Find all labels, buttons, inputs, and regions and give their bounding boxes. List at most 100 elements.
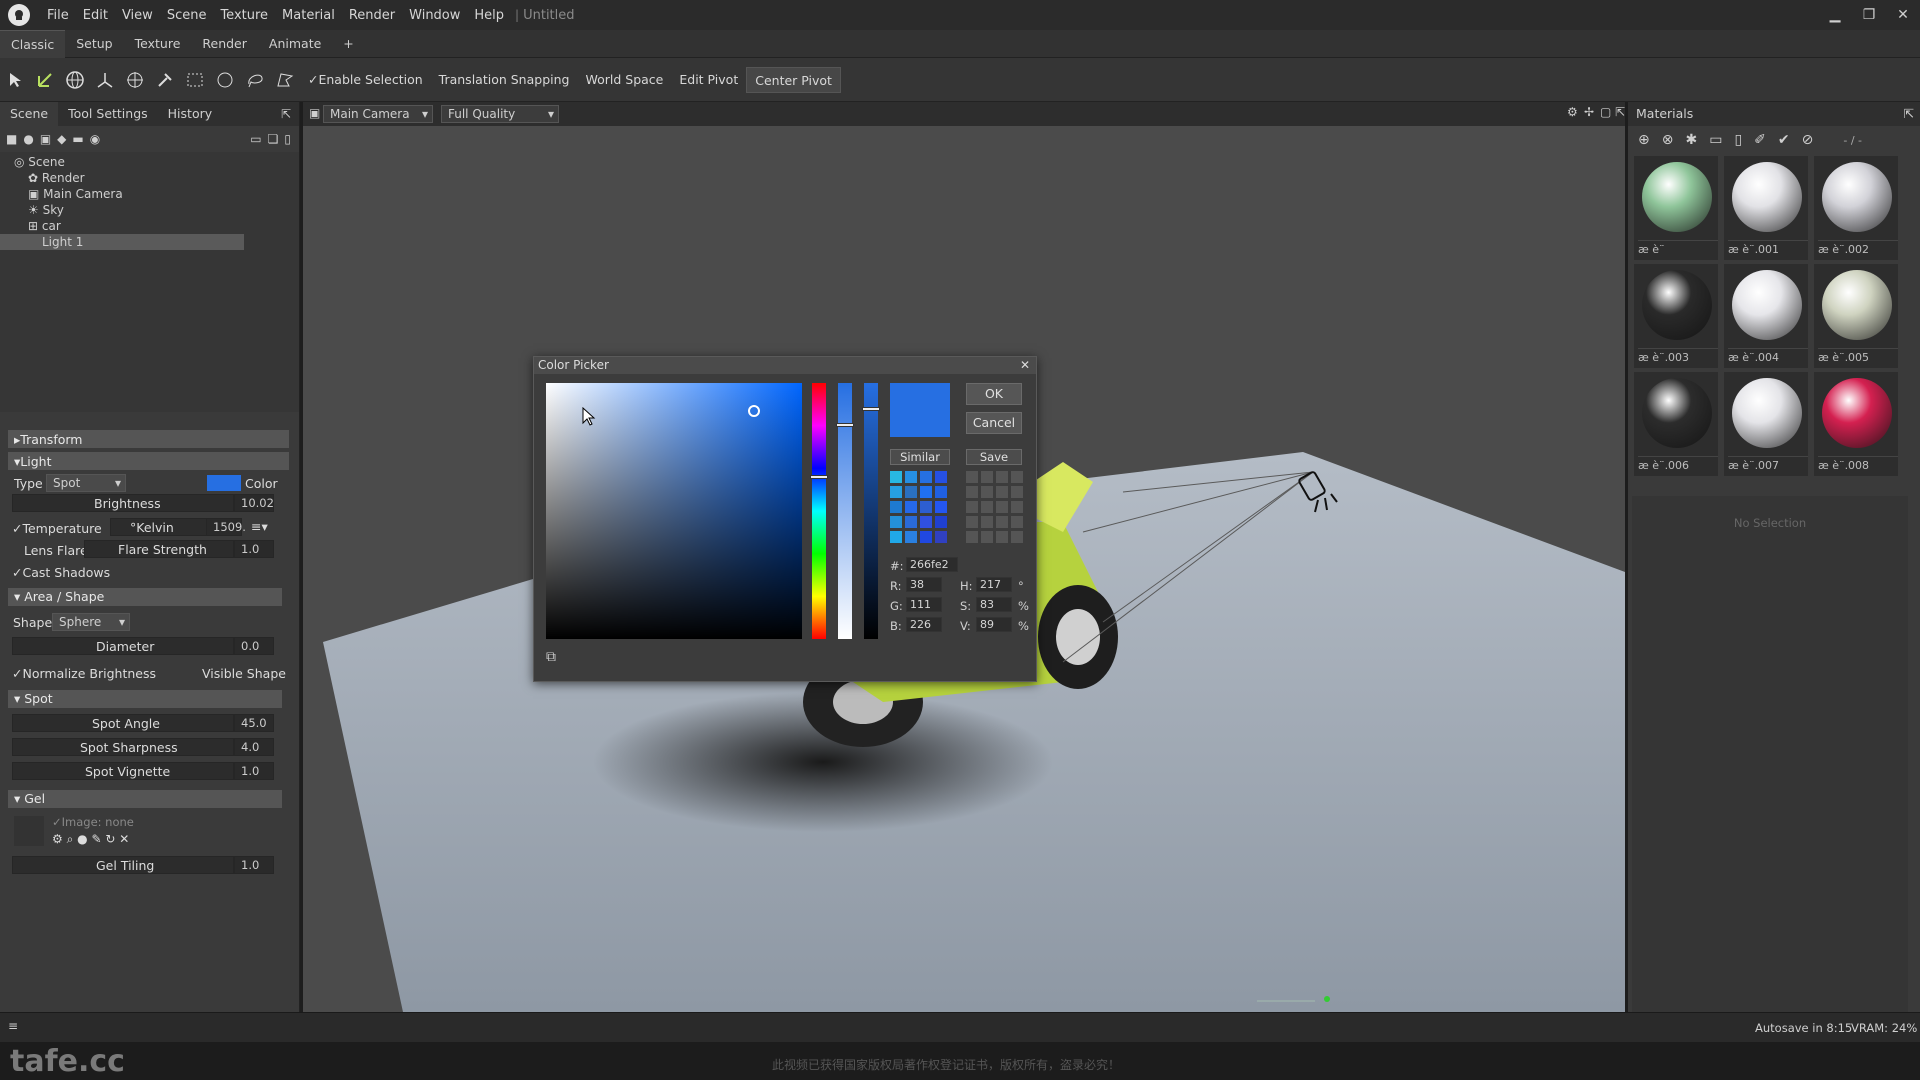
add-group-icon[interactable]: ◆ [57, 132, 66, 146]
similar-color-swatch[interactable] [905, 471, 917, 483]
normalize-brightness-checkbox[interactable]: ✓Normalize Brightness [12, 666, 156, 681]
section-spot[interactable]: ▾ Spot [8, 690, 282, 708]
tab-animate[interactable]: Animate [258, 30, 332, 58]
similar-color-swatch[interactable] [890, 501, 902, 513]
saved-color-slot[interactable] [996, 531, 1008, 543]
similar-color-swatch[interactable] [935, 471, 947, 483]
delete-icon[interactable]: ▯ [1734, 132, 1742, 148]
tab-history[interactable]: History [158, 102, 222, 126]
similar-color-swatch[interactable] [890, 531, 902, 543]
menu-edit[interactable]: Edit [76, 8, 115, 23]
kelvin-value[interactable]: 1509. [206, 518, 246, 536]
add-camera-icon[interactable]: ▣ [40, 132, 51, 146]
folder-icon[interactable]: ▭ [250, 132, 261, 146]
menu-icon[interactable]: ≡ [8, 1019, 18, 1033]
similar-color-swatch[interactable] [890, 486, 902, 498]
saved-color-slot[interactable] [1011, 471, 1023, 483]
minimize-icon[interactable]: ▁ [1818, 0, 1852, 30]
duplicate-material-icon[interactable]: ⊗ [1662, 132, 1674, 148]
rotate-gizmo-icon[interactable] [60, 65, 90, 95]
lasso-select-icon[interactable] [240, 65, 270, 95]
menu-scene[interactable]: Scene [160, 8, 214, 23]
material-thumbnail[interactable]: æ è¨.007 [1724, 372, 1808, 476]
saved-color-slot[interactable] [996, 501, 1008, 513]
add-light-icon[interactable]: ● [23, 132, 33, 146]
add-object-icon[interactable]: ■ [6, 132, 17, 146]
saved-color-slot[interactable] [981, 471, 993, 483]
menu-texture[interactable]: Texture [213, 8, 275, 23]
material-thumbnail[interactable]: æ è¨.008 [1814, 372, 1898, 476]
menu-window[interactable]: Window [402, 8, 467, 23]
settings-gear-icon[interactable]: ⚙ [1567, 105, 1578, 119]
frame-icon[interactable]: ▢ [1600, 105, 1611, 119]
material-thumbnail[interactable]: æ è¨ [1634, 156, 1718, 260]
similar-tab[interactable]: Similar [890, 449, 950, 465]
similar-color-swatch[interactable] [935, 516, 947, 528]
section-gel[interactable]: ▾ Gel [8, 790, 282, 808]
menu-view[interactable]: View [115, 8, 160, 23]
similar-color-swatch[interactable] [905, 486, 917, 498]
menu-material[interactable]: Material [275, 8, 342, 23]
v-input[interactable]: 89 [976, 617, 1012, 632]
s-input[interactable]: 83 [976, 597, 1012, 612]
tab-setup[interactable]: Setup [65, 30, 123, 58]
saved-color-slot[interactable] [1011, 501, 1023, 513]
delete-icon[interactable]: ▯ [284, 132, 291, 146]
tab-texture[interactable]: Texture [124, 30, 192, 58]
cast-shadows-checkbox[interactable]: ✓Cast Shadows [12, 565, 110, 580]
similar-color-swatch[interactable] [905, 501, 917, 513]
temperature-checkbox[interactable]: ✓Temperature [12, 521, 102, 536]
clear-icon[interactable]: ✕ [119, 832, 129, 846]
section-area-shape[interactable]: ▾ Area / Shape [8, 588, 282, 606]
saved-color-slot[interactable] [966, 531, 978, 543]
quality-dropdown[interactable]: Full Quality ▾ [441, 105, 559, 123]
gel-image-checkbox[interactable]: ✓Image: none [52, 815, 134, 829]
similar-color-swatch[interactable] [920, 471, 932, 483]
section-transform[interactable]: ▸ Transform [8, 430, 289, 448]
clean-icon[interactable]: ⊘ [1802, 132, 1814, 148]
paint-select-icon[interactable] [150, 65, 180, 95]
similar-color-swatch[interactable] [935, 486, 947, 498]
diameter-value[interactable]: 0.0 [234, 637, 274, 655]
cancel-button[interactable]: Cancel [966, 412, 1022, 434]
sv-picker-handle[interactable] [748, 405, 760, 417]
popout-icon[interactable]: ⇱ [1615, 105, 1625, 119]
enable-selection-toggle[interactable]: ✓Enable Selection [300, 67, 431, 93]
tree-item-main-camera[interactable]: ▣ Main Camera [0, 186, 280, 202]
gear-icon[interactable]: ⚙ [52, 832, 63, 846]
material-thumbnail[interactable]: æ è¨.005 [1814, 264, 1898, 368]
saturation-slider-handle[interactable] [836, 423, 854, 427]
value-slider[interactable] [864, 383, 878, 639]
saved-color-slot[interactable] [1011, 486, 1023, 498]
tab-tool-settings[interactable]: Tool Settings [58, 102, 158, 126]
save-tab[interactable]: Save [966, 449, 1022, 465]
scale-gizmo-icon[interactable] [90, 65, 120, 95]
maximize-icon[interactable]: ❐ [1852, 0, 1886, 30]
saved-color-slot[interactable] [996, 486, 1008, 498]
saved-color-slot[interactable] [1011, 516, 1023, 528]
section-light[interactable]: ▾ Light [8, 452, 289, 470]
tree-item-render[interactable]: ✿ Render [0, 170, 280, 186]
tree-item-light-1[interactable]: Light 1 [0, 234, 244, 250]
menu-file[interactable]: File [40, 8, 76, 23]
visible-shape-label[interactable]: Visible Shape [202, 666, 286, 681]
gel-tiling-value[interactable]: 1.0 [234, 856, 274, 874]
popout-icon[interactable]: ⇱ [1904, 102, 1914, 126]
material-thumbnail[interactable]: æ è¨.006 [1634, 372, 1718, 476]
pick-material-icon[interactable]: ✐ [1754, 132, 1766, 148]
shape-dropdown[interactable]: Sphere ▾ [52, 613, 130, 631]
add-tab-button[interactable]: + [332, 30, 364, 58]
saved-color-slot[interactable] [981, 531, 993, 543]
similar-color-swatch[interactable] [905, 531, 917, 543]
close-icon[interactable]: ✕ [1020, 357, 1030, 374]
add-material-icon[interactable]: ⊕ [1638, 132, 1650, 148]
similar-color-swatch[interactable] [890, 516, 902, 528]
pencil-icon[interactable]: ✎ [91, 832, 101, 846]
g-input[interactable]: 111 [906, 597, 942, 612]
saved-color-slot[interactable] [996, 471, 1008, 483]
material-thumbnail[interactable]: æ è¨.001 [1724, 156, 1808, 260]
polygon-select-icon[interactable] [270, 65, 300, 95]
b-input[interactable]: 226 [906, 617, 942, 632]
material-thumbnail[interactable]: æ è¨.004 [1724, 264, 1808, 368]
saved-color-slot[interactable] [981, 501, 993, 513]
